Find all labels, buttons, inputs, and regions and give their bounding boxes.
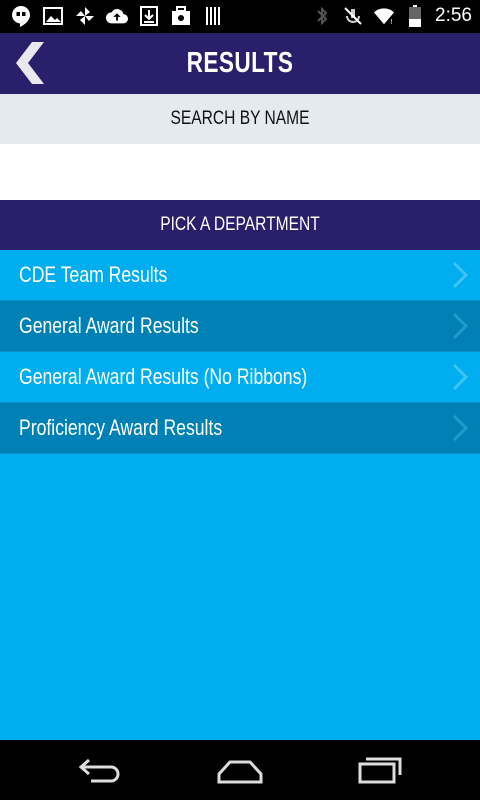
back-chevron-icon bbox=[16, 42, 44, 84]
navigation-bar bbox=[0, 740, 480, 800]
status-time: 2:56 bbox=[435, 5, 472, 26]
cloud-upload-icon bbox=[106, 4, 128, 28]
status-bar: ! 2:56 bbox=[0, 0, 480, 33]
chevron-right-icon bbox=[452, 364, 468, 390]
nav-back-button[interactable] bbox=[76, 754, 124, 786]
download-icon bbox=[138, 4, 160, 28]
list-item-label: General Award Results bbox=[19, 313, 199, 338]
svg-text:!: ! bbox=[390, 17, 392, 26]
wifi-icon: ! bbox=[373, 4, 395, 28]
nav-recent-apps-button[interactable] bbox=[356, 754, 404, 786]
recent-apps-icon bbox=[358, 757, 402, 784]
home-icon bbox=[217, 760, 263, 784]
hangouts-icon bbox=[10, 4, 32, 28]
chevron-right-icon bbox=[452, 262, 468, 288]
page-title: RESULTS bbox=[186, 47, 294, 79]
list-item-proficiency-award-results[interactable]: Proficiency Award Results bbox=[0, 403, 480, 454]
list-item-cde-team-results[interactable]: CDE Team Results bbox=[0, 250, 480, 301]
list-item-general-award-results-no-ribbons[interactable]: General Award Results (No Ribbons) bbox=[0, 352, 480, 403]
battery-icon bbox=[404, 4, 426, 28]
department-label: PICK A DEPARTMENT bbox=[160, 214, 320, 235]
search-section-header: SEARCH BY NAME bbox=[0, 94, 480, 144]
list-item-label: General Award Results (No Ribbons) bbox=[19, 364, 308, 389]
chevron-right-icon bbox=[452, 415, 468, 441]
bluetooth-icon bbox=[311, 4, 333, 28]
mute-icon bbox=[342, 4, 364, 28]
pinwheel-icon bbox=[74, 4, 96, 28]
system-icons: ! 2:56 bbox=[311, 4, 472, 28]
image-icon bbox=[42, 4, 64, 28]
chevron-right-icon bbox=[452, 313, 468, 339]
barcode-icon bbox=[202, 4, 224, 28]
briefcase-icon bbox=[170, 4, 192, 28]
department-list: CDE Team Results General Award Results G… bbox=[0, 250, 480, 454]
search-label: SEARCH BY NAME bbox=[170, 108, 310, 129]
back-button[interactable] bbox=[8, 39, 56, 87]
list-item-general-award-results[interactable]: General Award Results bbox=[0, 301, 480, 352]
list-item-label: Proficiency Award Results bbox=[19, 415, 223, 440]
nav-home-button[interactable] bbox=[216, 754, 264, 786]
back-icon bbox=[78, 758, 120, 783]
notification-icons bbox=[10, 4, 224, 28]
search-input[interactable] bbox=[0, 144, 480, 200]
app-header: RESULTS bbox=[0, 33, 480, 94]
department-section-header: PICK A DEPARTMENT bbox=[0, 200, 480, 250]
list-item-label: CDE Team Results bbox=[19, 262, 168, 287]
